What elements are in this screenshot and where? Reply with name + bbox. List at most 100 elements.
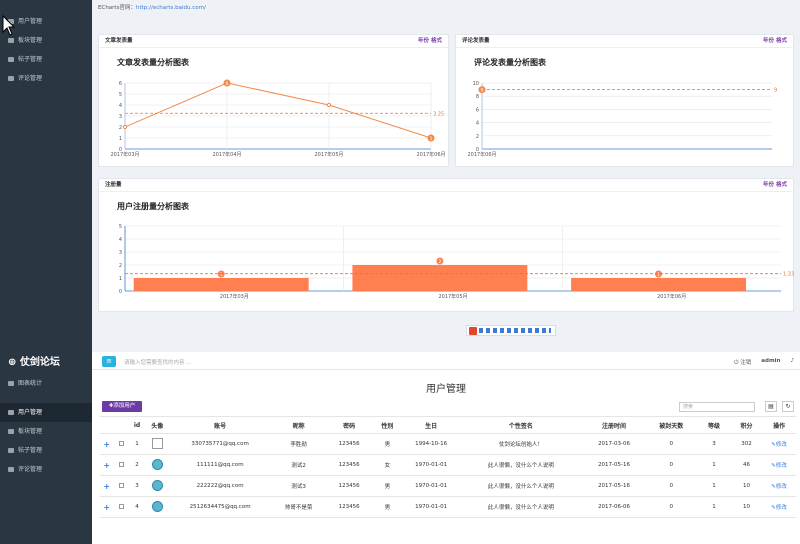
board-icon xyxy=(8,38,14,43)
year-link[interactable]: 年份 xyxy=(763,38,774,44)
cell-level: 3 xyxy=(697,433,731,455)
add-user-button[interactable]: ✚添加用户 xyxy=(102,401,142,412)
x-tick-label: 2017年06月 xyxy=(416,151,445,158)
sidebar-item-posts[interactable]: 帖子管理 xyxy=(0,441,92,460)
column-header[interactable]: 等级 xyxy=(697,416,731,434)
cell-level: 1 xyxy=(697,454,731,476)
row-checkbox[interactable] xyxy=(118,482,124,488)
expand-row-icon[interactable]: + xyxy=(103,440,110,449)
users-icon xyxy=(8,410,14,415)
data-label: 1 xyxy=(657,272,660,278)
column-header[interactable]: 密码 xyxy=(326,416,372,434)
y-tick-label: 6 xyxy=(119,81,122,87)
action-cell: ✎修改 xyxy=(762,454,796,476)
logout-link[interactable]: ⏻ 注销 xyxy=(734,358,751,367)
sidebar-item-boards[interactable]: 板块管理 xyxy=(0,422,92,441)
format-link[interactable]: 格式 xyxy=(776,182,787,188)
column-header[interactable] xyxy=(113,416,130,434)
y-tick-label: 0 xyxy=(119,289,122,295)
cell-level: 1 xyxy=(697,496,731,518)
main-sidebar: ⊕ 仗剑论坛 图表统计 用户管理 板块管理 帖子管理 评论管理 xyxy=(0,352,92,544)
sidebar-item-users[interactable]: 用户管理 xyxy=(0,403,92,422)
panel-header: 注册量 xyxy=(105,182,122,188)
articles-chart: 01234562017年03月 2017年04月 2017年05月 2017年06月3… xyxy=(110,79,446,158)
cell-score: 10 xyxy=(730,475,763,497)
format-link[interactable]: 格式 xyxy=(776,38,787,44)
average-label: 3.25 xyxy=(433,111,444,117)
column-header[interactable]: 昵称 xyxy=(270,416,327,434)
expand-row-icon[interactable]: + xyxy=(103,461,110,470)
mouse-cursor-icon xyxy=(2,15,16,36)
sidebar-item-posts[interactable]: 帖子管理 xyxy=(0,50,92,69)
home-icon xyxy=(8,381,14,386)
cell-reg: 2017-05-16 xyxy=(582,454,646,476)
column-header[interactable]: 头像 xyxy=(144,416,170,434)
cell-birth: 1970-01-01 xyxy=(403,454,460,476)
table-row[interactable]: +1 330735771@qq.com 李胜勋 123456 男 1994-10-16 仗剑… xyxy=(100,433,796,455)
cell-account: 2512634475@qq.com xyxy=(169,496,271,518)
data-point xyxy=(326,102,332,108)
row-checkbox[interactable] xyxy=(118,440,124,446)
cell-ban: 0 xyxy=(645,433,698,455)
comments-chart: 02468102017年06月99 xyxy=(467,81,777,158)
cell-nick: 李胜勋 xyxy=(270,433,327,455)
x-tick-label: 2017年03月 xyxy=(220,293,249,300)
sidebar-item-stats[interactable]: 图表统计 xyxy=(0,374,92,393)
cell-pwd: 123456 xyxy=(326,454,372,476)
panel-header: 文章发表量 xyxy=(105,38,133,44)
x-tick-label: 2017年04月 xyxy=(212,151,241,158)
column-header[interactable]: 性别 xyxy=(371,416,404,434)
columns-button[interactable]: ▤ xyxy=(765,401,777,412)
ime-toolbar[interactable] xyxy=(466,325,556,336)
cell-reg: 2017-05-16 xyxy=(582,475,646,497)
edit-button[interactable]: ✎修改 xyxy=(771,505,787,511)
cell-score: 10 xyxy=(730,496,763,518)
menu-toggle-button[interactable]: ≡ xyxy=(102,356,116,367)
year-link[interactable]: 年份 xyxy=(418,38,429,44)
column-header[interactable]: id xyxy=(129,416,145,434)
cell-id: 4 xyxy=(129,496,145,518)
table-search-input[interactable]: 搜索 xyxy=(679,402,755,412)
table-row[interactable]: +2 111111@qq.com 测试2 123456 女 1970-01-01 此人很懒，… xyxy=(100,454,796,476)
site-logo[interactable]: ⊕ 仗剑论坛 xyxy=(0,352,92,374)
table-row[interactable]: +3 222222@qq.com 测试3 123456 男 1970-01-01 此人很懒，… xyxy=(100,475,796,497)
sidebar-item-comments[interactable]: 评论管理 xyxy=(0,460,92,479)
average-label: 9 xyxy=(774,88,777,94)
bar xyxy=(571,278,747,291)
column-header[interactable]: 积分 xyxy=(730,416,763,434)
control-cell: + xyxy=(100,433,114,455)
control-cell xyxy=(113,454,130,476)
cell-score: 46 xyxy=(730,454,763,476)
column-header[interactable]: 个性签名 xyxy=(459,416,583,434)
format-link[interactable]: 格式 xyxy=(431,38,442,44)
cell-ban: 0 xyxy=(645,475,698,497)
x-tick-label: 2017年06月 xyxy=(467,151,496,158)
sidebar-item-comments[interactable]: 评论管理 xyxy=(0,69,92,88)
edit-button[interactable]: ✎修改 xyxy=(771,442,787,448)
column-header[interactable]: 注册时间 xyxy=(582,416,646,434)
cell-sex: 男 xyxy=(371,496,404,518)
user-name[interactable]: admin xyxy=(761,358,780,367)
column-header[interactable]: 操作 xyxy=(762,416,796,434)
expand-row-icon[interactable]: + xyxy=(103,503,110,512)
global-search-input[interactable]: 请输入您需要查找的内容 ... xyxy=(124,358,192,366)
data-label: 6 xyxy=(226,81,229,87)
bell-icon[interactable]: ♪ xyxy=(790,358,794,367)
cell-sex: 男 xyxy=(371,475,404,497)
edit-button[interactable]: ✎修改 xyxy=(771,484,787,490)
row-checkbox[interactable] xyxy=(118,503,124,509)
expand-row-icon[interactable]: + xyxy=(103,482,110,491)
charts-area: ECharts官网：http://echarts.baidu.com/ 文章发表… xyxy=(92,0,800,352)
row-checkbox[interactable] xyxy=(118,461,124,467)
column-header[interactable]: 被封天数 xyxy=(645,416,698,434)
echarts-url[interactable]: http://echarts.baidu.com/ xyxy=(136,5,206,11)
refresh-button[interactable]: ↻ xyxy=(782,401,794,412)
column-header[interactable]: 生日 xyxy=(403,416,460,434)
year-link[interactable]: 年份 xyxy=(763,182,774,188)
table-row[interactable]: +4 2512634475@qq.com 帅哥不是菜 123456 男 1970-01-0… xyxy=(100,496,796,518)
column-header[interactable] xyxy=(100,416,114,434)
top-bar: ≡ 请输入您需要查找的内容 ... ⏻ 注销 admin ♪ xyxy=(92,352,800,370)
edit-button[interactable]: ✎修改 xyxy=(771,463,787,469)
articles-panel: 文章发表量 年份 格式 文章发表量分析图表 0 1 2 3 4 5 6 2017年03月 2017… xyxy=(98,34,449,167)
column-header[interactable]: 账号 xyxy=(169,416,271,434)
